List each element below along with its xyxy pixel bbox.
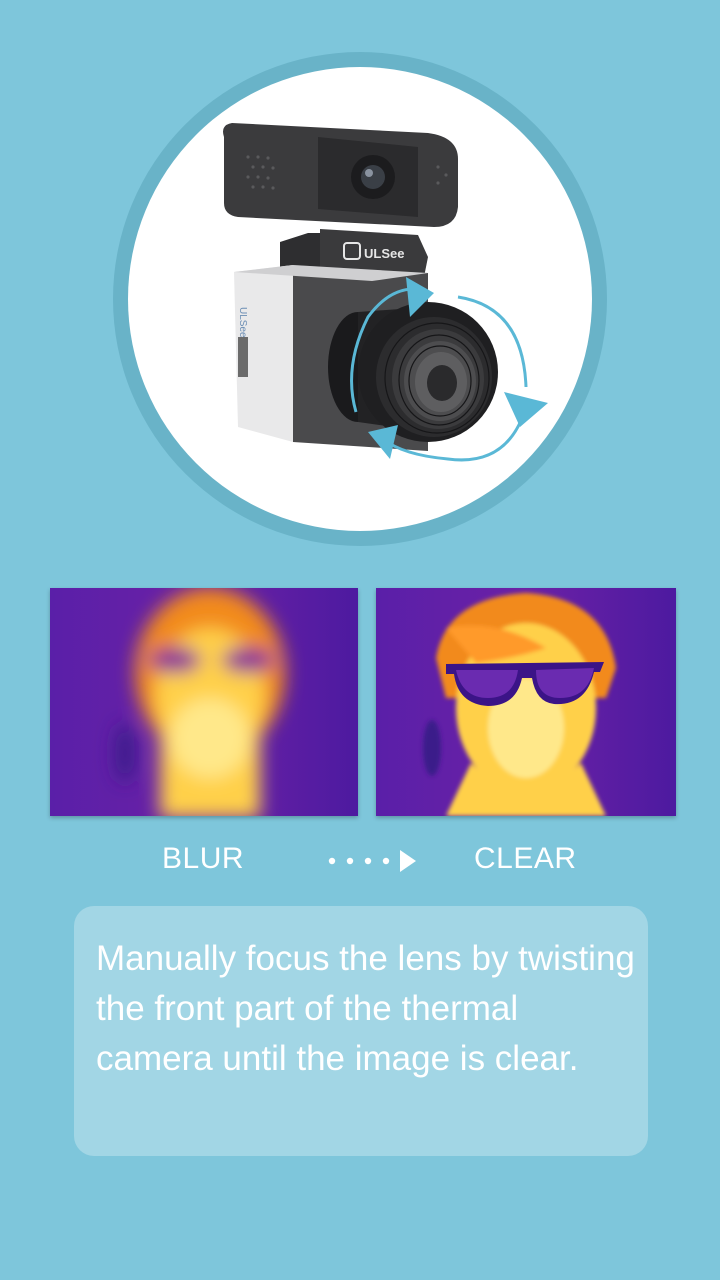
thermal-image-clear (376, 588, 676, 816)
brand-label: ULSee (364, 246, 404, 261)
hero-image: ULSee ULSee (128, 67, 592, 531)
thermal-image-blur (50, 588, 358, 816)
blur-label: BLUR (162, 842, 245, 875)
webcam (223, 123, 458, 227)
camera-lens (328, 302, 498, 442)
thermal-camera-illustration: ULSee ULSee (223, 123, 548, 462)
dotted-arrow-icon (328, 850, 416, 872)
side-brand-label: ULSee (237, 307, 248, 338)
page: ULSee ULSee BLUR CLEAR Manually focus th… (0, 0, 720, 1280)
clear-label: CLEAR (474, 842, 577, 875)
instruction-card: Manually focus the lens by twisting the … (74, 906, 648, 1156)
instruction-text: Manually focus the lens by twisting the … (96, 939, 635, 1078)
